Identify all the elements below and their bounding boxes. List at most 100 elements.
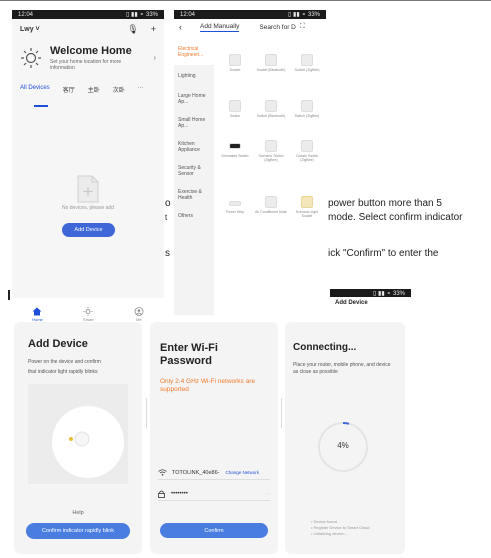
category-item[interactable]: Exercise & Health xyxy=(174,185,214,205)
screen-header-title: Add Device xyxy=(335,300,368,306)
instruction-text: Power on the device and confirm that ind… xyxy=(28,358,130,376)
device-tile[interactable]: Power Strip xyxy=(218,196,252,214)
device-illustration xyxy=(28,384,128,484)
instruction-fragment-3-left: s xyxy=(165,248,170,259)
device-tile[interactable]: Socket (ZigBee) xyxy=(290,54,324,72)
divider xyxy=(158,500,270,501)
instruction-fragment-1-left: o xyxy=(165,198,171,209)
wifi-network-row: TOTOLINK_40e86- Change Network xyxy=(158,469,270,476)
status-time: 12:04 xyxy=(18,11,34,18)
device-tile[interactable]: Switch xyxy=(218,100,252,118)
nav-smart[interactable]: Smart xyxy=(83,307,94,322)
wifi-icon xyxy=(158,469,167,476)
status-bar: 12:04 ▯ ▮▮ ⚬ 33% xyxy=(12,10,164,19)
dimmer-icon xyxy=(229,143,241,149)
tab-master-bedroom[interactable]: 主卧 xyxy=(88,85,100,94)
instruction-fragment-1: power button more than 5 xyxy=(328,198,442,209)
category-list: Electrical Engineeri... Lighting Large H… xyxy=(174,43,214,315)
nav-me[interactable]: Me xyxy=(134,307,144,322)
welcome-banner[interactable]: Welcome Home Set your home location for … xyxy=(20,45,156,71)
light-socket-icon xyxy=(301,196,313,208)
connection-steps: • Device found • Register Device to Smar… xyxy=(311,519,370,537)
nav-home[interactable]: Home xyxy=(32,307,43,322)
status-icons: ▯ ▮▮ ⚬ 33% xyxy=(126,12,158,18)
device-tile-label: Scenario Light Socket xyxy=(295,210,319,218)
tab-living-room[interactable]: 客厅 xyxy=(63,85,75,94)
device-tile[interactable]: Air Conditioner Mate xyxy=(254,196,288,214)
status-bar: 12:04 ▯ ▮▮ ⚬ 33% xyxy=(174,10,326,19)
instruction-line-2: that indicator light rapidly blinks xyxy=(28,369,98,375)
instruction-fragment-2-left: t xyxy=(165,213,168,222)
smart-sun-icon xyxy=(83,307,93,316)
instruction-line-1: Power on the device and confirm xyxy=(28,359,101,365)
device-tile-label: Switch (Bluetooth) xyxy=(256,114,286,118)
more-tabs-icon[interactable]: ··· xyxy=(138,85,144,94)
device-tile-label: Switch (ZigBee) xyxy=(294,114,320,118)
blinking-device-image xyxy=(52,406,124,478)
welcome-title: Welcome Home xyxy=(50,45,132,57)
scroll-handle xyxy=(281,398,282,428)
confirm-button[interactable]: Confirm xyxy=(160,523,268,538)
page-title: Add Device xyxy=(28,338,88,350)
category-item[interactable]: Small Home Ap... xyxy=(174,113,214,133)
change-network-link[interactable]: Change Network xyxy=(226,470,260,475)
home-selector[interactable]: Lwy ˅ xyxy=(20,26,40,33)
back-arrow-icon[interactable]: ‹ xyxy=(179,22,182,32)
socket-icon xyxy=(301,54,313,66)
device-tile[interactable]: Scenario Light Socket xyxy=(290,196,324,218)
help-link[interactable]: Help xyxy=(14,510,142,516)
device-tile[interactable]: Curtain Switch (ZigBee) xyxy=(290,140,324,162)
step-item: • Initializing device... xyxy=(311,531,348,536)
progress-percent: 4% xyxy=(337,441,349,450)
wifi-ssid: TOTOLINK_40e86- xyxy=(172,469,220,476)
scenario-switch-icon xyxy=(265,140,277,152)
curtain-switch-icon xyxy=(301,140,313,152)
user-icon xyxy=(134,307,144,316)
password-field[interactable]: •••••••• ··· xyxy=(158,490,270,498)
category-item[interactable]: Lighting xyxy=(174,69,214,83)
device-tile[interactable]: Dimmable Switch xyxy=(218,140,252,158)
instruction-fragment-3: ick "Confirm" to enter the xyxy=(328,248,439,259)
tab-add-manually[interactable]: Add Manually xyxy=(200,23,240,32)
switch-icon xyxy=(229,100,241,112)
device-tile[interactable]: Scenario Switch (ZigBee) xyxy=(254,140,288,162)
wifi-password-screen: Enter Wi-Fi Password Only 2.4 GHz Wi-Fi … xyxy=(150,322,278,554)
sun-icon xyxy=(21,48,41,68)
device-tile-label: Switch xyxy=(229,114,241,118)
chevron-right-icon: › xyxy=(153,54,156,62)
progress-ring: 4% xyxy=(315,419,371,475)
status-icons: ▯ ▮▮ ⚬ 33% xyxy=(373,290,405,297)
lock-icon xyxy=(158,490,165,498)
category-item[interactable]: Large Home Ap... xyxy=(174,89,214,109)
room-tabs: All Devices 客厅 主卧 次卧 ··· xyxy=(12,85,164,94)
device-tile-label: Scenario Switch (ZigBee) xyxy=(258,154,284,162)
tab-all-devices[interactable]: All Devices xyxy=(20,85,50,94)
show-password-icon[interactable]: ··· xyxy=(265,491,270,497)
device-tile[interactable]: Switch (Bluetooth) xyxy=(254,100,288,118)
category-item[interactable]: Electrical Engineeri... xyxy=(174,43,214,65)
instruction-fragment-2: mode. Select confirm indicator xyxy=(328,212,463,223)
device-tile[interactable]: Socket xyxy=(218,54,252,72)
category-item[interactable]: Security & Sensor xyxy=(174,161,214,181)
scroll-handle xyxy=(146,398,147,428)
connecting-screen: Connecting... Place your router, mobile … xyxy=(285,322,405,554)
category-item[interactable]: Kitchen Appliance xyxy=(174,137,214,157)
device-tile[interactable]: Switch (ZigBee) xyxy=(290,100,324,118)
status-time: 12:04 xyxy=(180,11,196,18)
device-tile[interactable]: Socket (Bluetooth) xyxy=(254,54,288,72)
confirm-indicator-button[interactable]: Confirm indicator rapidly blink xyxy=(26,523,130,539)
switch-icon xyxy=(301,100,313,112)
instruction-text: Place your router, mobile phone, and dev… xyxy=(293,362,391,375)
empty-document-icon xyxy=(77,175,99,203)
microphone-icon[interactable]: 🎙 xyxy=(127,24,138,35)
top-rule xyxy=(0,0,491,1)
home-icon xyxy=(32,307,42,316)
add-device-button[interactable]: Add Device xyxy=(62,223,115,237)
tab-second-bedroom[interactable]: 次卧 xyxy=(113,85,125,94)
scan-icon[interactable]: ⛶ xyxy=(300,23,305,31)
empty-state-text: No devices, please add xyxy=(62,205,114,211)
tab-search-devices[interactable]: Search for D xyxy=(259,24,296,31)
plus-icon[interactable]: + xyxy=(151,24,156,35)
category-item[interactable]: Others xyxy=(174,209,214,223)
cropped-edge-mark xyxy=(8,290,10,300)
